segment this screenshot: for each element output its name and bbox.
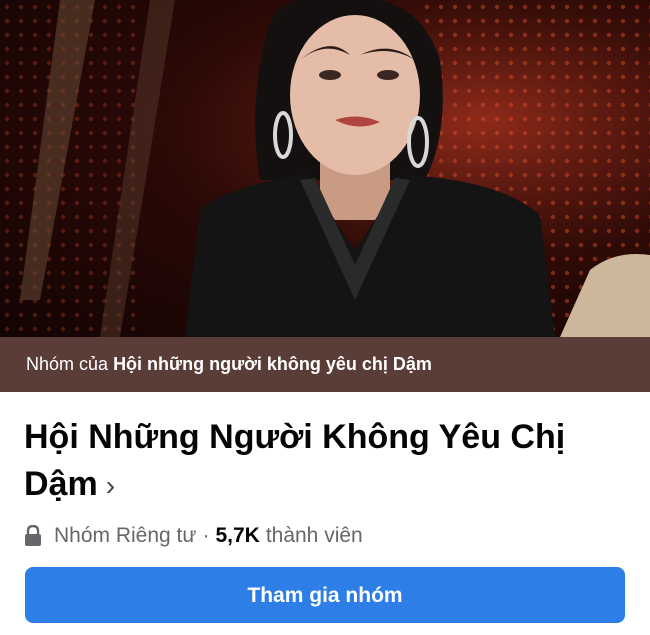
- chevron-right-icon[interactable]: ›: [106, 470, 115, 501]
- privacy-label: Nhóm Riêng tư: [54, 524, 197, 547]
- cover-photo[interactable]: [0, 0, 650, 337]
- meta-separator: ·: [202, 524, 210, 547]
- member-count: 5,7K: [215, 524, 260, 547]
- group-title[interactable]: Hội Những Người Không Yêu Chị Dậm ›: [24, 414, 624, 509]
- lock-icon: [25, 525, 41, 546]
- group-owner-bar[interactable]: Nhóm của Hội những người không yêu chị D…: [0, 337, 650, 392]
- cover-photo-illustration: [0, 0, 650, 337]
- owner-prefix: Nhóm của: [26, 354, 109, 374]
- group-meta: Nhóm Riêng tư · 5,7K thành viên: [24, 521, 363, 551]
- join-group-button[interactable]: Tham gia nhóm: [25, 567, 625, 623]
- owner-name-link[interactable]: Hội những người không yêu chị Dậm: [113, 354, 432, 374]
- member-label: thành viên: [265, 524, 363, 547]
